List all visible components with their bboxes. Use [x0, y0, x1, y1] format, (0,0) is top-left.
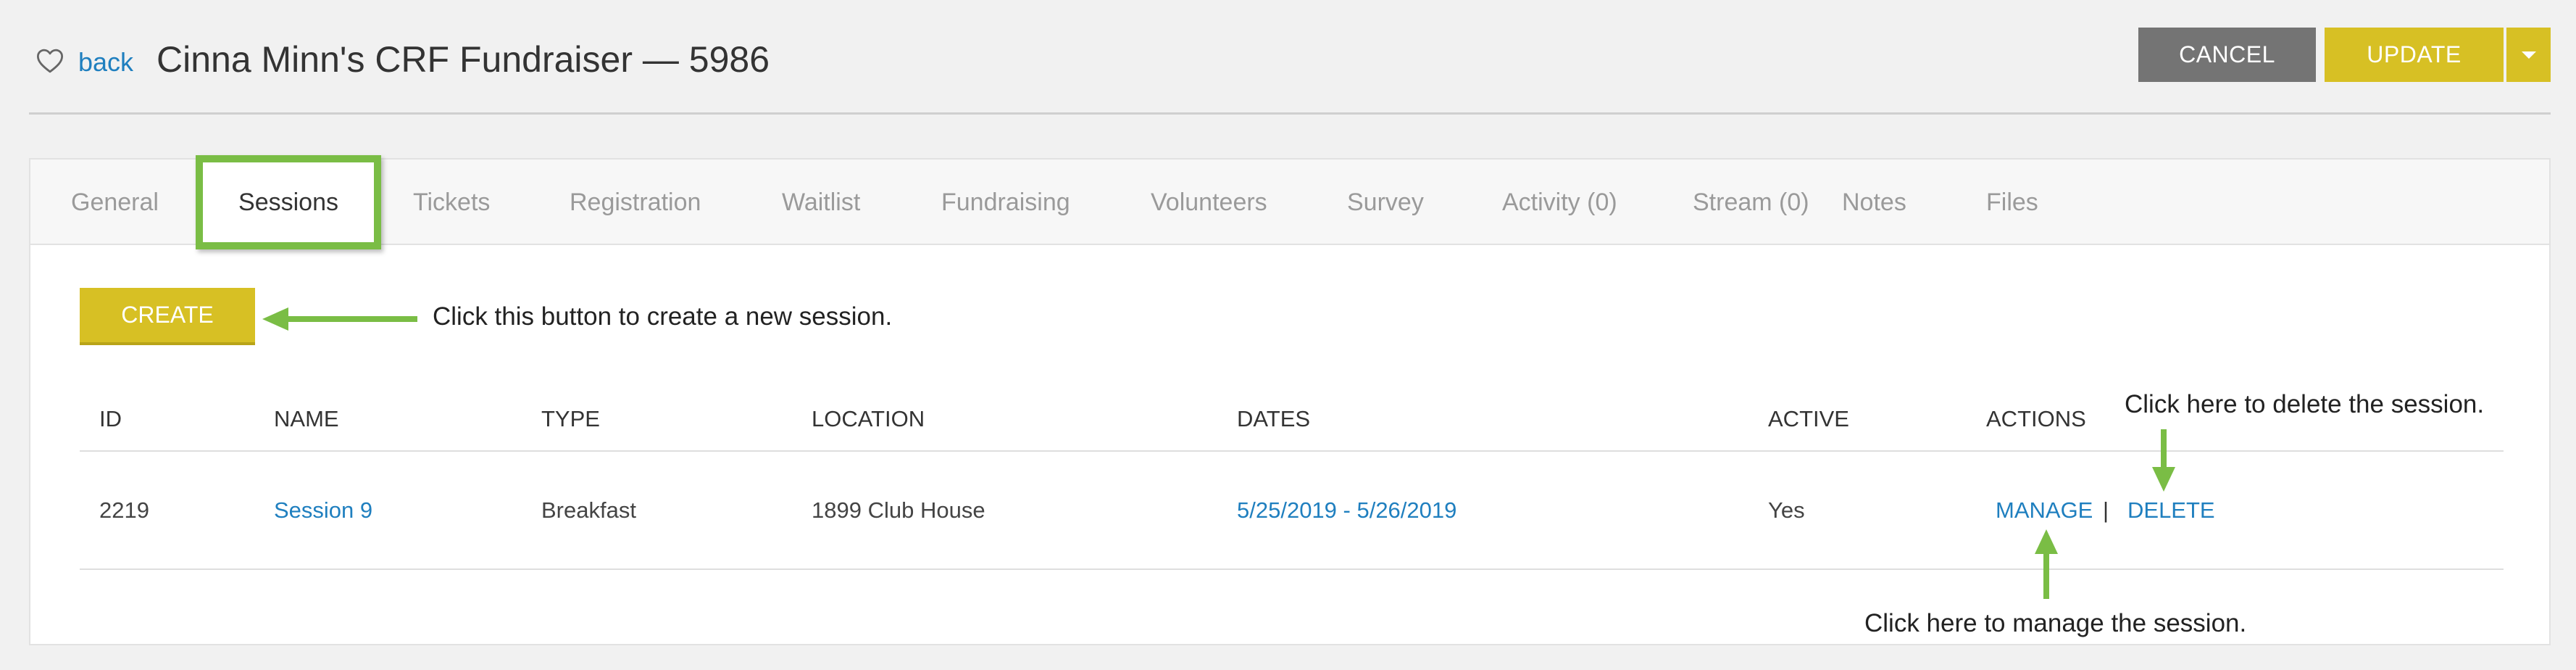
action-separator: | [2103, 497, 2109, 523]
tab-files[interactable]: Files [1986, 160, 2038, 245]
arrow-down-icon [2152, 429, 2175, 492]
column-header-active: ACTIVE [1768, 406, 1849, 431]
back-link[interactable]: back [78, 46, 133, 78]
table-header-divider [80, 450, 2504, 452]
tab-notes[interactable]: Notes [1842, 160, 1906, 245]
annotation-create: Click this button to create a new sessio… [433, 302, 893, 331]
arrow-left-icon [262, 307, 417, 331]
tab-bar: General Tickets Registration Waitlist Fu… [30, 160, 2549, 245]
tab-volunteers[interactable]: Volunteers [1151, 160, 1267, 245]
delete-link[interactable]: DELETE [2127, 496, 2215, 525]
cell-location: 1899 Club House [812, 497, 985, 523]
cell-active: Yes [1768, 497, 1805, 523]
cell-type: Breakfast [541, 497, 636, 523]
table-row-divider [80, 568, 2504, 570]
session-name-link[interactable]: Session 9 [274, 496, 372, 525]
annotation-delete: Click here to delete the session. [2125, 390, 2485, 418]
tab-registration[interactable]: Registration [570, 160, 701, 245]
cell-id: 2219 [99, 497, 149, 523]
column-header-actions: ACTIONS [1986, 406, 2086, 431]
tab-waitlist[interactable]: Waitlist [782, 160, 860, 245]
heart-outline-icon[interactable] [35, 46, 65, 76]
manage-link[interactable]: MANAGE [1996, 496, 2093, 525]
tab-activity[interactable]: Activity (0) [1502, 160, 1617, 245]
tab-survey[interactable]: Survey [1347, 160, 1424, 245]
header-divider [29, 112, 2551, 115]
tab-fundraising[interactable]: Fundraising [941, 160, 1070, 245]
tab-tickets[interactable]: Tickets [413, 160, 490, 245]
cancel-button[interactable]: CANCEL [2138, 28, 2316, 82]
update-button[interactable]: UPDATE [2325, 28, 2504, 82]
column-header-name: NAME [274, 406, 339, 431]
column-header-type: TYPE [541, 406, 600, 431]
tab-stream[interactable]: Stream (0) [1693, 160, 1809, 245]
update-dropdown-button[interactable] [2506, 28, 2551, 82]
annotation-manage: Click here to manage the session. [1864, 609, 2247, 637]
create-session-button[interactable]: CREATE [80, 288, 255, 345]
caret-down-icon [2521, 51, 2536, 59]
column-header-dates: DATES [1237, 406, 1311, 431]
page-header: back Cinna Minn's CRF Fundraiser — 5986 … [0, 0, 2576, 114]
page-title: Cinna Minn's CRF Fundraiser — 5986 [157, 39, 770, 80]
column-header-id: ID [99, 406, 122, 431]
arrow-up-icon [2035, 529, 2058, 599]
column-header-location: LOCATION [812, 406, 925, 431]
tab-sessions[interactable]: Sessions [196, 155, 381, 249]
tab-general[interactable]: General [71, 160, 159, 245]
session-dates-link[interactable]: 5/25/2019 - 5/26/2019 [1237, 496, 1456, 525]
